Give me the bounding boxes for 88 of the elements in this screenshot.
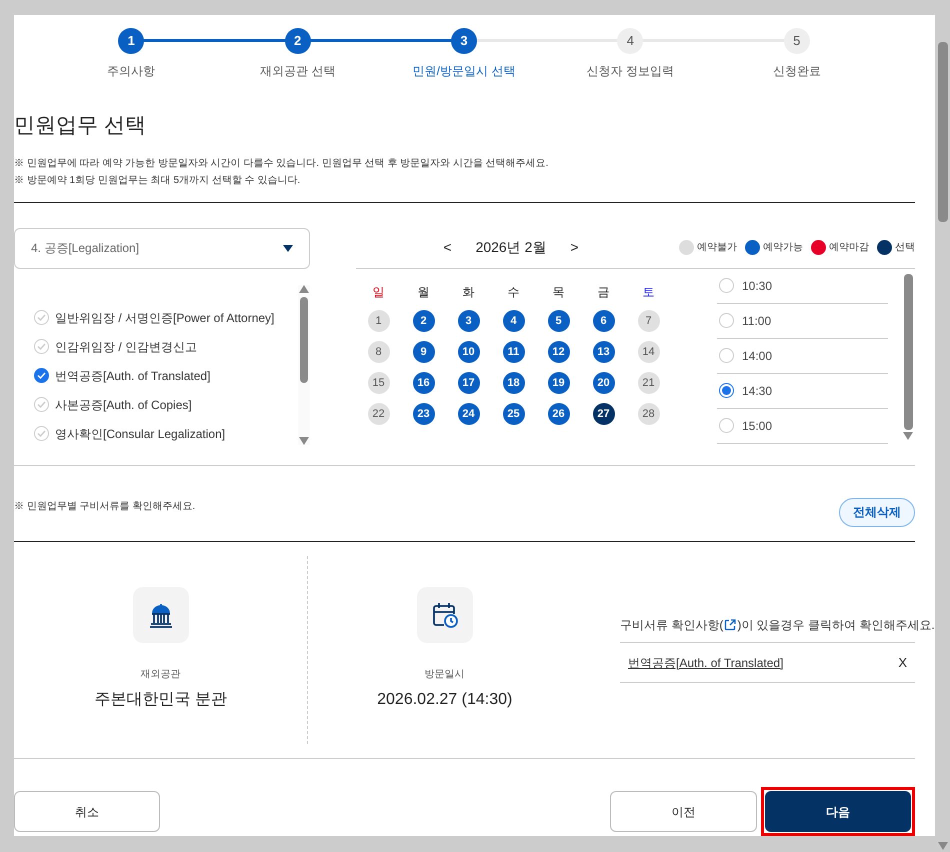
notice-text: ※ 방문예약 1회당 민원업무는 최대 5개까지 선택할 수 있습니다. — [14, 174, 302, 188]
legend-label: 선택 — [895, 241, 915, 256]
calendar-day[interactable]: 7 — [638, 310, 660, 332]
time-option[interactable]: 14:30 — [717, 374, 888, 409]
calendar-day[interactable]: 26 — [548, 402, 570, 425]
radio-button[interactable] — [719, 348, 734, 364]
calendar-day[interactable]: 6 — [592, 310, 614, 332]
calendar-day[interactable]: 11 — [502, 340, 524, 363]
scroll-down-icon[interactable] — [938, 842, 948, 850]
office-label: 재외공관 — [140, 668, 181, 682]
calendar-day[interactable]: 14 — [638, 340, 660, 363]
next-button[interactable]: 다음 — [765, 791, 911, 832]
calendar-day[interactable]: 8 — [368, 340, 390, 363]
calendar-day[interactable]: 21 — [638, 372, 660, 394]
dropdown-caret-icon — [283, 244, 293, 252]
calendar-day[interactable]: 19 — [548, 372, 570, 394]
document-link[interactable]: 번역공증[Auth. of Translated] — [628, 654, 784, 672]
page-scrollbar-thumb[interactable] — [938, 42, 948, 222]
external-link-icon — [724, 619, 736, 632]
calendar-clock-icon — [430, 601, 459, 630]
calendar-day[interactable]: 27 — [592, 402, 614, 425]
step-label: 재외공관 선택 — [260, 63, 336, 80]
calendar-day[interactable]: 16 — [412, 372, 434, 394]
service-option[interactable]: 사본공증[Auth. of Copies] — [34, 396, 298, 414]
hint-text: )이 있을경우 클릭하여 확인해주세요. — [737, 617, 935, 634]
documents-note: ※ 민원업무별 구비서류를 확인해주세요. — [14, 500, 196, 514]
time-option[interactable]: 15:00 — [717, 408, 888, 444]
calendar-day[interactable]: 5 — [548, 310, 570, 332]
calendar-day[interactable]: 9 — [412, 340, 434, 363]
radio-button[interactable] — [719, 313, 734, 328]
scroll-up-icon[interactable] — [299, 284, 309, 293]
radio-button[interactable] — [719, 383, 734, 398]
step-label: 민원/방문일시 선택 — [412, 63, 516, 80]
visit-date: 2026.02.27 (14:30) — [377, 690, 512, 710]
weekday-label: 토 — [642, 284, 656, 301]
step-label: 주의사항 — [107, 63, 156, 80]
calendar-day[interactable]: 18 — [502, 372, 524, 394]
section-heading: 민원업무 선택 — [14, 113, 147, 139]
visit-date-label: 방문일시 — [424, 668, 465, 682]
time-option[interactable]: 14:00 — [717, 338, 888, 374]
legend-label: 예약마감 — [829, 241, 869, 256]
office-name: 주본대한민국 분관 — [94, 690, 227, 710]
remove-button[interactable]: X — [896, 653, 909, 673]
time-option[interactable]: 11:00 — [717, 304, 888, 339]
month-title: 2026년 2월 — [476, 238, 546, 258]
calendar-day[interactable]: 1 — [368, 310, 390, 332]
weekday-label: 월 — [416, 284, 430, 301]
calendar-day[interactable]: 13 — [592, 340, 614, 363]
weekday-label: 화 — [462, 284, 476, 301]
notice-text: ※ 민원업무에 따라 예약 가능한 방문일자와 시간이 다를수 있습니다. 민원업무 선택 후 방문일자와 시간을 선택해주세요. — [14, 157, 550, 171]
calendar-day[interactable]: 24 — [458, 402, 480, 425]
clear-all-button[interactable]: 전체삭제 — [839, 498, 915, 527]
calendar-day[interactable]: 3 — [458, 310, 480, 332]
category-dropdown[interactable]: 4. 공증[Legalization] — [14, 228, 310, 269]
calendar-day[interactable]: 4 — [502, 310, 524, 332]
scroll-down-icon[interactable] — [299, 436, 309, 445]
scrollbar-thumb[interactable] — [300, 296, 308, 383]
calendar-day[interactable]: 2 — [412, 310, 434, 332]
calendar-day[interactable]: 23 — [412, 402, 434, 425]
service-option[interactable]: 번역공증[Auth. of Translated] — [34, 366, 298, 385]
legend-label: 예약가능 — [763, 241, 803, 256]
calendar-day[interactable]: 20 — [592, 372, 614, 394]
radio-button[interactable] — [719, 278, 734, 294]
calendar-day[interactable]: 28 — [638, 402, 660, 425]
time-option[interactable]: 10:30 — [717, 268, 888, 304]
previous-month-button[interactable]: < — [439, 237, 456, 258]
weekday-label: 목 — [552, 284, 566, 301]
weekday-label: 수 — [506, 284, 520, 301]
calendar-day[interactable]: 17 — [458, 372, 480, 394]
service-option[interactable]: 일반위임장 / 서명인증[Power of Attorney] — [34, 308, 298, 327]
scrollbar-thumb[interactable] — [904, 274, 912, 430]
step-label: 신청완료 — [772, 63, 821, 80]
calendar-day[interactable]: 12 — [548, 340, 570, 363]
weekday-label: 금 — [596, 284, 610, 301]
radio-button[interactable] — [719, 418, 734, 434]
calendar-day[interactable]: 15 — [368, 372, 390, 394]
weekday-label: 일 — [372, 284, 386, 301]
calendar-day[interactable]: 22 — [368, 402, 390, 425]
next-month-button[interactable]: > — [566, 237, 583, 258]
calendar-day[interactable]: 25 — [502, 402, 524, 425]
hint-text: 구비서류 확인사항( — [620, 617, 724, 634]
step-label: 신청자 정보입력 — [586, 63, 674, 80]
legend-label: 예약불가 — [697, 241, 737, 256]
previous-button[interactable]: 이전 — [610, 791, 757, 832]
cancel-button[interactable]: 취소 — [14, 791, 160, 832]
service-option[interactable]: 영사확인[Consular Legalization] — [34, 424, 298, 443]
service-option[interactable]: 인감위임장 / 인감변경신고 — [34, 338, 298, 356]
calendar-day[interactable]: 10 — [458, 340, 480, 363]
